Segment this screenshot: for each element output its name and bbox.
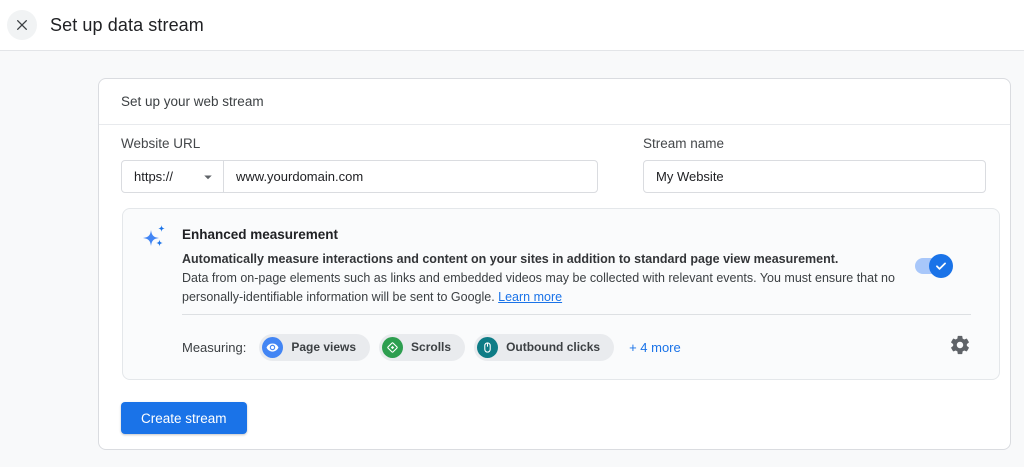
- website-url-field: Website URL https://: [121, 136, 598, 193]
- gear-icon: [949, 334, 973, 356]
- more-measurements-link[interactable]: + 4 more: [629, 340, 681, 355]
- sparkle-icon: [141, 222, 169, 255]
- setup-data-stream-screen: Set up data stream Set up your web strea…: [0, 0, 1024, 467]
- enhanced-measurement-toggle[interactable]: [915, 254, 953, 278]
- website-url-input[interactable]: [224, 161, 597, 192]
- card-header: Set up your web stream: [99, 79, 1010, 125]
- chip-label: Scrolls: [411, 340, 452, 354]
- protocol-value: https://: [134, 169, 174, 184]
- learn-more-link[interactable]: Learn more: [498, 290, 562, 304]
- description-bold-line: Automatically measure interactions and c…: [182, 252, 839, 266]
- web-stream-card: Set up your web stream Website URL https…: [98, 78, 1011, 450]
- top-bar: Set up data stream: [0, 0, 1024, 51]
- close-icon: [14, 17, 30, 33]
- protocol-select[interactable]: https://: [122, 161, 224, 192]
- measurement-settings-button[interactable]: [949, 334, 973, 358]
- chip-page-views: Page views: [259, 333, 371, 361]
- stream-name-label: Stream name: [643, 136, 725, 151]
- chip-outbound-clicks: Outbound clicks: [474, 333, 615, 361]
- enhanced-measurement-panel: Enhanced measurement Automatically measu…: [122, 208, 1000, 380]
- page-title: Set up data stream: [50, 14, 204, 35]
- enhanced-measurement-title: Enhanced measurement: [182, 227, 339, 242]
- check-icon: [934, 259, 948, 273]
- measuring-label: Measuring:: [182, 339, 247, 355]
- website-url-group: https://: [121, 160, 598, 193]
- chevron-down-icon: [199, 168, 217, 186]
- chip-scrolls: Scrolls: [379, 333, 466, 361]
- enhanced-measurement-description: Automatically measure interactions and c…: [182, 250, 927, 307]
- divider: [182, 314, 971, 315]
- mouse-icon: [477, 336, 499, 358]
- stream-name-input[interactable]: [643, 160, 986, 193]
- chip-label: Outbound clicks: [506, 340, 601, 354]
- eye-icon: [262, 336, 284, 358]
- scroll-diamond-icon: [382, 336, 404, 358]
- toggle-thumb: [929, 254, 953, 278]
- create-stream-button[interactable]: Create stream: [121, 402, 247, 434]
- chip-label: Page views: [291, 340, 357, 354]
- stream-name-field: Stream name: [643, 136, 986, 193]
- website-url-label: Website URL: [121, 136, 201, 151]
- measuring-row: Measuring: Page views Scrolls Outbound c…: [182, 327, 681, 367]
- close-button[interactable]: [7, 10, 37, 40]
